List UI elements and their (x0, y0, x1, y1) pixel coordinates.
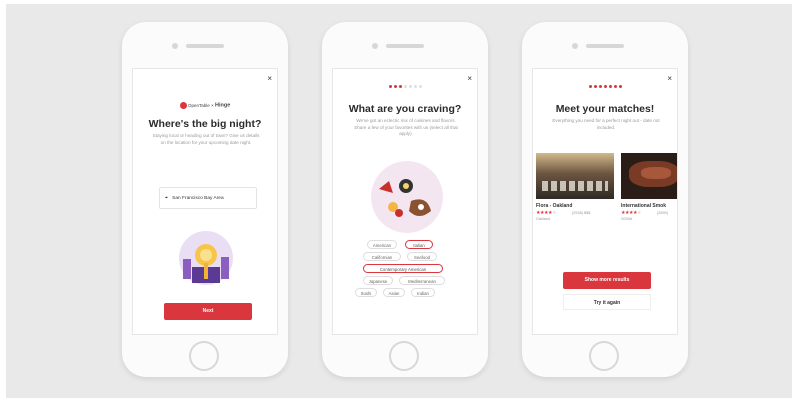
speaker-slot (186, 44, 224, 48)
progress-dot (393, 85, 397, 88)
progress-dot (593, 85, 597, 88)
screen-location: × OpenTable × Hinge Where's the big nigh… (132, 68, 278, 335)
restaurant-area: SOMA (621, 217, 633, 221)
camera-dot (172, 43, 178, 49)
screen-cuisine: × What are you craving? We've got an ecl… (332, 68, 478, 335)
star-icon: ★ (551, 210, 556, 216)
page-title: Meet your matches! (555, 103, 655, 115)
progress-dot (608, 85, 612, 88)
home-button (389, 341, 419, 371)
progress-dot (588, 85, 592, 88)
cuisine-chip-italian[interactable]: Italian (405, 240, 433, 249)
brand-left: OpenTable (188, 103, 210, 108)
camera-dot (572, 43, 578, 49)
restaurant-photo (536, 153, 614, 199)
show-more-results-button[interactable]: Show more results (563, 272, 651, 289)
brand-right: Hinge (214, 102, 231, 109)
progress-dot (418, 85, 422, 88)
result-card-2[interactable]: International Smok ★★★★★ (2890) SOMA (621, 153, 677, 223)
home-button (189, 341, 219, 371)
progress-dot (403, 85, 407, 88)
progress-dot (388, 85, 392, 88)
brand-separator: × (211, 103, 214, 108)
star-rating: ★★★★★ (621, 210, 641, 216)
star-icon: ★ (636, 210, 641, 216)
presentation-background: × OpenTable × Hinge Where's the big nigh… (6, 4, 792, 398)
cuisine-chip-american[interactable]: American (367, 240, 397, 249)
page-subtitle: Everything you need for a perfect night … (552, 118, 660, 130)
opentable-logo-icon (179, 102, 187, 109)
restaurant-area: Oakland (536, 217, 551, 221)
lamp-illustration (179, 231, 233, 285)
phone-mockup-location: × OpenTable × Hinge Where's the big nigh… (122, 22, 288, 377)
phone-mockup-cuisine: × What are you craving? We've got an ecl… (322, 22, 488, 377)
progress-dot (408, 85, 412, 88)
restaurant-photo (621, 153, 677, 199)
close-icon[interactable]: × (267, 74, 272, 83)
progress-dot (413, 85, 417, 88)
progress-dot (618, 85, 622, 88)
food-illustration (371, 161, 443, 233)
cuisine-chip-asian[interactable]: Asian (383, 288, 405, 297)
progress-dot (598, 85, 602, 88)
page-title: What are you craving? (348, 103, 462, 115)
cuisine-chip-mediterranean[interactable]: Mediterranean (399, 276, 445, 285)
speaker-slot (586, 44, 624, 48)
try-again-button[interactable]: Try it again (563, 294, 651, 310)
location-pin-icon: ⌖ (165, 195, 168, 201)
page-title: Where's the big night? (148, 118, 262, 130)
cuisine-chip-contemporary-american[interactable]: Contemporary American (363, 264, 443, 273)
progress-dots (533, 85, 677, 88)
page-subtitle: We've got an eclectic mix of cuisines an… (354, 118, 458, 136)
progress-dot (613, 85, 617, 88)
cuisine-chip-japanese[interactable]: Japanese (363, 276, 393, 285)
cuisine-chip-sushi[interactable]: Sushi (355, 288, 377, 297)
home-button (589, 341, 619, 371)
location-input[interactable]: ⌖ San Francisco Bay Area (159, 187, 257, 209)
progress-dots (333, 85, 477, 88)
page-subtitle: Staying local or heading out of town? Gi… (152, 133, 260, 145)
progress-dot (398, 85, 402, 88)
cuisine-chip-indian[interactable]: Indian (411, 288, 435, 297)
star-rating: ★★★★★ (536, 210, 556, 216)
review-count: (2890) (657, 211, 668, 215)
speaker-slot (386, 44, 424, 48)
close-icon[interactable]: × (667, 74, 672, 83)
restaurant-name: International Smok (621, 203, 667, 209)
restaurant-name: Flora - Oakland (536, 203, 573, 209)
next-button[interactable]: Next (164, 303, 252, 320)
cuisine-chip-californian[interactable]: Californian (363, 252, 401, 261)
screen-matches: × Meet your matches! Everything you need… (532, 68, 678, 335)
cuisine-chip-seafood[interactable]: Seafood (407, 252, 437, 261)
camera-dot (372, 43, 378, 49)
review-count: (2538) $$$ (572, 211, 591, 215)
progress-dot (603, 85, 607, 88)
result-card-1[interactable]: Flora - Oakland ★★★★★ (2538) $$$ Oakland (536, 153, 614, 223)
close-icon[interactable]: × (467, 74, 472, 83)
brand-logos: OpenTable × Hinge (133, 102, 277, 109)
phone-mockup-matches: × Meet your matches! Everything you need… (522, 22, 688, 377)
location-value: San Francisco Bay Area (172, 196, 224, 201)
